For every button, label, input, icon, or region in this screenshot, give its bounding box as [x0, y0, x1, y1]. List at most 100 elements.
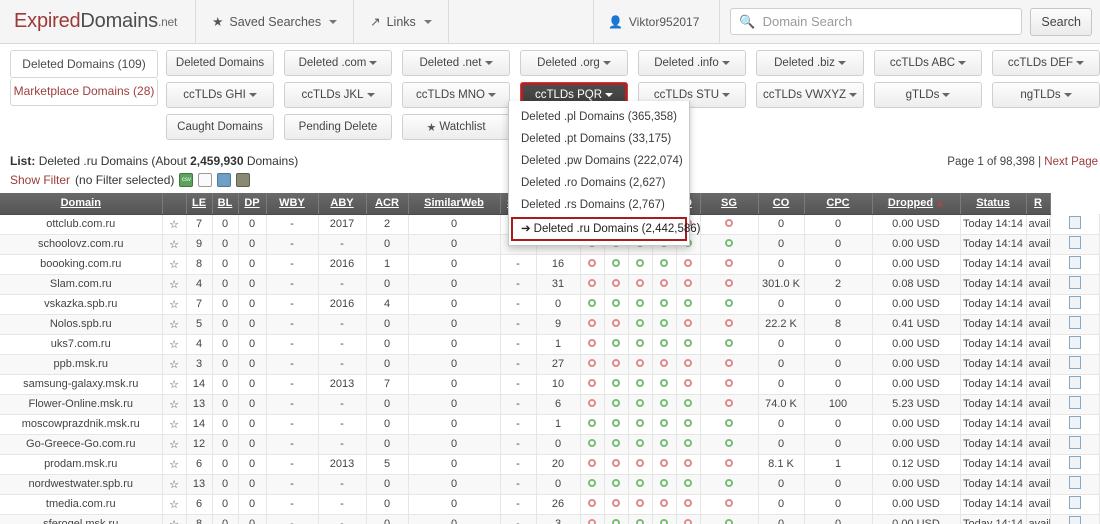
cell-domain[interactable]: ppb.msk.ru [0, 354, 163, 375]
export-document-icon[interactable] [198, 173, 213, 187]
watchlist-star-icon[interactable]: ☆ [162, 354, 187, 375]
menu-item-deleted-pw[interactable]: Deleted .pw Domains (222,074) [509, 150, 689, 172]
menu-item-deleted-pt[interactable]: Deleted .pt Domains (33,175) [509, 128, 689, 150]
register-icon[interactable] [1068, 396, 1081, 409]
cell-register[interactable] [1050, 254, 1100, 275]
cell-register[interactable] [1050, 414, 1100, 435]
watchlist-star-icon[interactable]: ☆ [162, 394, 187, 415]
register-icon[interactable] [1068, 256, 1081, 269]
watchlist-star-icon[interactable]: ☆ [162, 334, 187, 355]
site-logo[interactable]: Expired Domains .net [0, 0, 197, 43]
cell-register[interactable] [1050, 434, 1100, 455]
cell-domain[interactable]: nordwestwater.spb.ru [0, 474, 163, 495]
watchlist-star-icon[interactable]: ☆ [162, 234, 187, 255]
export-csv-icon[interactable]: csv [179, 173, 194, 187]
cell-register[interactable] [1050, 354, 1100, 375]
nav-saved-searches[interactable]: ★ Saved Searches [196, 0, 355, 43]
col-co[interactable]: CO [758, 193, 805, 215]
cell-domain[interactable]: vskazka.spb.ru [0, 294, 163, 315]
search-input[interactable]: 🔍 Domain Search [730, 8, 1023, 35]
cell-register[interactable] [1050, 474, 1100, 495]
btn-deleted-net[interactable]: Deleted .net [402, 50, 510, 76]
col-similarweb[interactable]: SimilarWeb [408, 193, 501, 215]
cell-domain[interactable]: sferogel.msk.ru [0, 514, 163, 524]
col-bl[interactable]: BL [212, 193, 239, 215]
cell-domain[interactable]: Slam.com.ru [0, 274, 163, 295]
col-sg[interactable]: SG [700, 193, 759, 215]
btn-deleted-domains[interactable]: Deleted Domains [166, 50, 274, 76]
menu-item-deleted-rs[interactable]: Deleted .rs Domains (2,767) [509, 194, 689, 216]
watchlist-star-icon[interactable]: ☆ [162, 474, 187, 495]
menu-item-deleted-ro[interactable]: Deleted .ro Domains (2,627) [509, 172, 689, 194]
register-icon[interactable] [1068, 456, 1081, 469]
btn-deleted-com[interactable]: Deleted .com [284, 50, 392, 76]
btn-deleted-info[interactable]: Deleted .info [638, 50, 746, 76]
cell-domain[interactable]: Flower-Online.msk.ru [0, 394, 163, 415]
watchlist-star-icon[interactable]: ☆ [162, 414, 187, 435]
nav-links[interactable]: ↗ Links [354, 0, 449, 43]
user-menu[interactable]: 👤 Viktor952017 [594, 0, 721, 43]
cell-domain[interactable]: moscowprazdnik.msk.ru [0, 414, 163, 435]
show-filter-link[interactable]: Show Filter [10, 173, 70, 187]
menu-item-deleted-ru[interactable]: ➔ Deleted .ru Domains (2,442,586) [511, 217, 700, 241]
btn-gtlds[interactable]: gTLDs [874, 82, 982, 108]
cell-domain[interactable]: uks7.com.ru [0, 334, 163, 355]
watchlist-star-icon[interactable]: ☆ [162, 434, 187, 455]
cell-domain[interactable]: prodam.msk.ru [0, 454, 163, 475]
cell-domain[interactable]: Nolos.spb.ru [0, 314, 163, 335]
register-icon[interactable] [1068, 476, 1081, 489]
watchlist-star-icon[interactable]: ☆ [162, 374, 187, 395]
watchlist-star-icon[interactable]: ☆ [162, 214, 187, 235]
register-icon[interactable] [1068, 356, 1081, 369]
btn-deleted-org[interactable]: Deleted .org [520, 50, 628, 76]
btn-ngtlds[interactable]: ngTLDs [992, 82, 1100, 108]
col-aby[interactable]: ABY [318, 193, 367, 215]
cell-domain[interactable]: ottclub.com.ru [0, 214, 163, 235]
col-wby[interactable]: WBY [266, 193, 319, 215]
btn-cctlds-jkl[interactable]: ccTLDs JKL [284, 82, 392, 108]
watchlist-star-icon[interactable]: ☆ [162, 274, 187, 295]
register-icon[interactable] [1068, 516, 1081, 524]
register-icon[interactable] [1068, 336, 1081, 349]
next-page-link[interactable]: Next Page [1044, 156, 1098, 168]
cell-domain[interactable]: boooking.com.ru [0, 254, 163, 275]
watchlist-star-icon[interactable]: ☆ [162, 294, 187, 315]
cell-register[interactable] [1050, 314, 1100, 335]
col-le[interactable]: LE [186, 193, 213, 215]
cell-domain[interactable]: tmedia.com.ru [0, 494, 163, 515]
col-r[interactable]: R [1026, 193, 1051, 215]
tab-deleted-domains[interactable]: Deleted Domains (109) [10, 50, 158, 78]
btn-deleted-biz[interactable]: Deleted .biz [756, 50, 864, 76]
register-icon[interactable] [1068, 276, 1081, 289]
cell-register[interactable] [1050, 394, 1100, 415]
register-icon[interactable] [1068, 316, 1081, 329]
col-domain[interactable]: Domain [0, 193, 163, 215]
cell-register[interactable] [1050, 234, 1100, 255]
cell-register[interactable] [1050, 514, 1100, 524]
menu-item-deleted-pl[interactable]: Deleted .pl Domains (365,358) [509, 106, 689, 128]
btn-cctlds-mno[interactable]: ccTLDs MNO [402, 82, 510, 108]
btn-cctlds-ghi[interactable]: ccTLDs GHI [166, 82, 274, 108]
search-button[interactable]: Search [1030, 7, 1092, 36]
col-dropped[interactable]: Dropped ▲ [872, 193, 961, 215]
watchlist-star-icon[interactable]: ☆ [162, 454, 187, 475]
register-icon[interactable] [1068, 436, 1081, 449]
cell-register[interactable] [1050, 454, 1100, 475]
register-icon[interactable] [1068, 376, 1081, 389]
col-status[interactable]: Status [960, 193, 1027, 215]
btn-cctlds-abc[interactable]: ccTLDs ABC [874, 50, 982, 76]
register-icon[interactable] [1068, 296, 1081, 309]
register-icon[interactable] [1068, 215, 1081, 229]
btn-cctlds-def[interactable]: ccTLDs DEF [992, 50, 1100, 76]
watchlist-star-icon[interactable]: ☆ [162, 494, 187, 515]
btn-caught-domains[interactable]: Caught Domains [166, 114, 274, 140]
btn-cctlds-vwxyz[interactable]: ccTLDs VWXYZ [756, 82, 864, 108]
cctlds-pqr-dropdown-menu[interactable]: Deleted .pl Domains (365,358) Deleted .p… [508, 101, 700, 246]
watchlist-star-icon[interactable]: ☆ [162, 314, 187, 335]
tab-marketplace-domains[interactable]: Marketplace Domains (28) [10, 78, 158, 106]
register-icon[interactable] [1068, 416, 1081, 429]
col-dp[interactable]: DP [238, 193, 267, 215]
cell-register[interactable] [1050, 214, 1100, 235]
watchlist-star-icon[interactable]: ☆ [162, 514, 187, 524]
cell-domain[interactable]: Go-Greece-Go.com.ru [0, 434, 163, 455]
